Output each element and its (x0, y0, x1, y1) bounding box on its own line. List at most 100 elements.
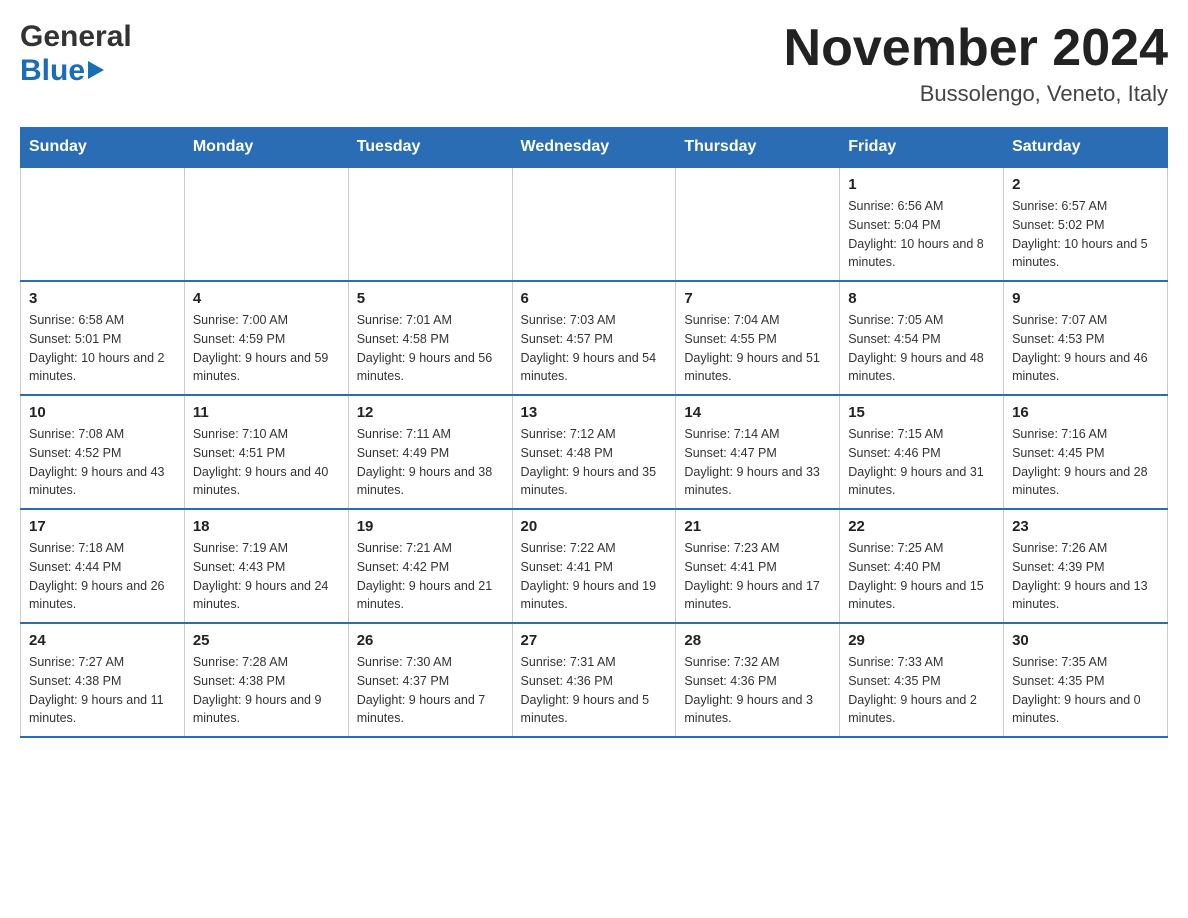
day-info: Sunrise: 7:12 AMSunset: 4:48 PMDaylight:… (521, 425, 668, 500)
calendar-cell: 24Sunrise: 7:27 AMSunset: 4:38 PMDayligh… (21, 623, 185, 737)
day-number: 26 (357, 632, 504, 649)
calendar-cell: 14 Sunrise: 7:14 AMSunset: 4:47 PMDayligh… (676, 395, 840, 509)
calendar-cell: 2 Sunrise: 6:57 AMSunset: 5:02 PMDaylight… (1004, 167, 1168, 281)
day-info: Sunrise: 7:33 AMSunset: 4:35 PMDaylight:… (848, 653, 995, 728)
day-info: Sunrise: 7:03 AMSunset: 4:57 PMDaylight:… (521, 311, 668, 386)
day-number: 23 (1012, 518, 1159, 535)
day-info: Sunrise: 7:25 AMSunset: 4:40 PMDaylight:… (848, 539, 995, 614)
calendar-cell: 28 Sunrise: 7:32 AMSunset: 4:36 PMDayligh… (676, 623, 840, 737)
page-header: General Blue November 2024 Bussolengo, V… (20, 20, 1168, 107)
day-number: 18 (193, 518, 340, 535)
calendar-cell: 15 Sunrise: 7:15 AMSunset: 4:46 PMDayligh… (840, 395, 1004, 509)
calendar-cell: 6Sunrise: 7:03 AMSunset: 4:57 PMDaylight… (512, 281, 676, 395)
month-title: November 2024 (784, 20, 1168, 77)
calendar-cell: 19 Sunrise: 7:21 AMSunset: 4:42 PMDayligh… (348, 509, 512, 623)
calendar-week-row: 10 Sunrise: 7:08 AMSunset: 4:52 PMDayligh… (21, 395, 1168, 509)
calendar-cell: 30 Sunrise: 7:35 AMSunset: 4:35 PMDayligh… (1004, 623, 1168, 737)
day-number: 15 (848, 404, 995, 421)
day-info: Sunrise: 7:28 AMSunset: 4:38 PMDaylight:… (193, 653, 340, 728)
calendar-week-row: 1Sunrise: 6:56 AMSunset: 5:04 PMDaylight… (21, 167, 1168, 281)
calendar-cell: 10 Sunrise: 7:08 AMSunset: 4:52 PMDayligh… (21, 395, 185, 509)
calendar-cell: 20 Sunrise: 7:22 AMSunset: 4:41 PMDayligh… (512, 509, 676, 623)
calendar-cell: 26 Sunrise: 7:30 AMSunset: 4:37 PMDayligh… (348, 623, 512, 737)
day-number: 17 (29, 518, 176, 535)
day-info: Sunrise: 7:14 AMSunset: 4:47 PMDaylight:… (684, 425, 831, 500)
calendar-cell (676, 167, 840, 281)
location-text: Bussolengo, Veneto, Italy (784, 81, 1168, 107)
calendar-cell: 22 Sunrise: 7:25 AMSunset: 4:40 PMDayligh… (840, 509, 1004, 623)
day-number: 16 (1012, 404, 1159, 421)
calendar-day-header-tuesday: Tuesday (348, 128, 512, 168)
day-info: Sunrise: 7:00 AMSunset: 4:59 PMDaylight:… (193, 311, 340, 386)
day-number: 29 (848, 632, 995, 649)
day-number: 27 (521, 632, 668, 649)
day-info: Sunrise: 7:18 AMSunset: 4:44 PMDaylight:… (29, 539, 176, 614)
calendar-week-row: 17 Sunrise: 7:18 AMSunset: 4:44 PMDayligh… (21, 509, 1168, 623)
calendar-cell: 17 Sunrise: 7:18 AMSunset: 4:44 PMDayligh… (21, 509, 185, 623)
logo-blue-text: Blue (20, 54, 85, 88)
calendar-day-header-monday: Monday (184, 128, 348, 168)
day-info: Sunrise: 7:05 AMSunset: 4:54 PMDaylight:… (848, 311, 995, 386)
day-info: Sunrise: 7:21 AMSunset: 4:42 PMDaylight:… (357, 539, 504, 614)
calendar-header-row: SundayMondayTuesdayWednesdayThursdayFrid… (21, 128, 1168, 168)
day-info: Sunrise: 7:23 AMSunset: 4:41 PMDaylight:… (684, 539, 831, 614)
day-number: 14 (684, 404, 831, 421)
day-number: 9 (1012, 290, 1159, 307)
day-number: 12 (357, 404, 504, 421)
calendar-day-header-sunday: Sunday (21, 128, 185, 168)
title-area: November 2024 Bussolengo, Veneto, Italy (784, 20, 1168, 107)
day-info: Sunrise: 7:26 AMSunset: 4:39 PMDaylight:… (1012, 539, 1159, 614)
day-info: Sunrise: 7:10 AMSunset: 4:51 PMDaylight:… (193, 425, 340, 500)
calendar-cell: 8 Sunrise: 7:05 AMSunset: 4:54 PMDaylight… (840, 281, 1004, 395)
calendar-cell: 4 Sunrise: 7:00 AMSunset: 4:59 PMDaylight… (184, 281, 348, 395)
calendar-cell: 21Sunrise: 7:23 AMSunset: 4:41 PMDayligh… (676, 509, 840, 623)
day-number: 8 (848, 290, 995, 307)
day-number: 22 (848, 518, 995, 535)
day-info: Sunrise: 7:19 AMSunset: 4:43 PMDaylight:… (193, 539, 340, 614)
day-info: Sunrise: 7:08 AMSunset: 4:52 PMDaylight:… (29, 425, 176, 500)
calendar-cell: 11Sunrise: 7:10 AMSunset: 4:51 PMDayligh… (184, 395, 348, 509)
calendar-cell: 23 Sunrise: 7:26 AMSunset: 4:39 PMDayligh… (1004, 509, 1168, 623)
day-number: 28 (684, 632, 831, 649)
day-number: 2 (1012, 176, 1159, 193)
day-info: Sunrise: 6:56 AMSunset: 5:04 PMDaylight:… (848, 197, 995, 272)
day-number: 7 (684, 290, 831, 307)
day-number: 19 (357, 518, 504, 535)
calendar-day-header-wednesday: Wednesday (512, 128, 676, 168)
day-info: Sunrise: 7:35 AMSunset: 4:35 PMDaylight:… (1012, 653, 1159, 728)
day-info: Sunrise: 7:04 AMSunset: 4:55 PMDaylight:… (684, 311, 831, 386)
calendar-cell: 25Sunrise: 7:28 AMSunset: 4:38 PMDayligh… (184, 623, 348, 737)
day-info: Sunrise: 6:58 AMSunset: 5:01 PMDaylight:… (29, 311, 176, 386)
calendar-day-header-saturday: Saturday (1004, 128, 1168, 168)
calendar-cell (512, 167, 676, 281)
day-number: 3 (29, 290, 176, 307)
calendar-cell: 3 Sunrise: 6:58 AMSunset: 5:01 PMDaylight… (21, 281, 185, 395)
calendar-cell: 1Sunrise: 6:56 AMSunset: 5:04 PMDaylight… (840, 167, 1004, 281)
calendar-cell: 16 Sunrise: 7:16 AMSunset: 4:45 PMDayligh… (1004, 395, 1168, 509)
day-number: 4 (193, 290, 340, 307)
logo: General Blue (20, 20, 132, 88)
day-number: 30 (1012, 632, 1159, 649)
day-info: Sunrise: 7:07 AMSunset: 4:53 PMDaylight:… (1012, 311, 1159, 386)
calendar-cell: 12 Sunrise: 7:11 AMSunset: 4:49 PMDayligh… (348, 395, 512, 509)
day-info: Sunrise: 7:32 AMSunset: 4:36 PMDaylight:… (684, 653, 831, 728)
calendar-cell: 29 Sunrise: 7:33 AMSunset: 4:35 PMDayligh… (840, 623, 1004, 737)
calendar-day-header-thursday: Thursday (676, 128, 840, 168)
day-info: Sunrise: 7:30 AMSunset: 4:37 PMDaylight:… (357, 653, 504, 728)
day-info: Sunrise: 7:22 AMSunset: 4:41 PMDaylight:… (521, 539, 668, 614)
day-number: 20 (521, 518, 668, 535)
calendar-cell: 9 Sunrise: 7:07 AMSunset: 4:53 PMDaylight… (1004, 281, 1168, 395)
day-info: Sunrise: 7:16 AMSunset: 4:45 PMDaylight:… (1012, 425, 1159, 500)
day-number: 24 (29, 632, 176, 649)
day-number: 13 (521, 404, 668, 421)
logo-general-text: General (20, 20, 132, 54)
calendar-week-row: 24Sunrise: 7:27 AMSunset: 4:38 PMDayligh… (21, 623, 1168, 737)
logo-triangle-icon (88, 61, 104, 79)
day-info: Sunrise: 7:15 AMSunset: 4:46 PMDaylight:… (848, 425, 995, 500)
calendar-table: SundayMondayTuesdayWednesdayThursdayFrid… (20, 127, 1168, 738)
day-info: Sunrise: 6:57 AMSunset: 5:02 PMDaylight:… (1012, 197, 1159, 272)
day-info: Sunrise: 7:01 AMSunset: 4:58 PMDaylight:… (357, 311, 504, 386)
day-info: Sunrise: 7:11 AMSunset: 4:49 PMDaylight:… (357, 425, 504, 500)
day-number: 10 (29, 404, 176, 421)
day-number: 5 (357, 290, 504, 307)
